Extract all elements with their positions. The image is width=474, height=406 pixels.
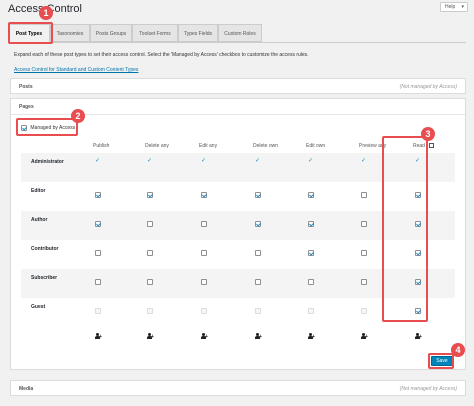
role-name: Author [31, 217, 48, 223]
column-header-publish: Publish [93, 143, 110, 149]
tab-custom-roles[interactable]: Custom Roles [218, 24, 262, 42]
permission-checkbox-edit-any[interactable] [201, 279, 207, 285]
callout-box-2 [16, 118, 78, 136]
edit-icon[interactable] [429, 143, 434, 148]
permission-checkbox-preview-any[interactable] [361, 279, 367, 285]
permission-checkbox-edit-any [201, 308, 207, 314]
permission-checkbox-preview-any[interactable] [361, 192, 367, 198]
tab-toolset-forms[interactable]: Toolset Forms [132, 24, 178, 42]
specific-users-row: + + + + + + + [21, 327, 455, 351]
permission-checkbox-preview-any[interactable] [361, 221, 367, 227]
callout-badge-4: 4 [451, 343, 465, 357]
add-user-icon[interactable]: + [361, 333, 368, 340]
permission-checkbox-publish[interactable] [95, 250, 101, 256]
tabs-divider [8, 42, 466, 43]
callout-box-3 [382, 136, 428, 322]
permission-checkbox-delete-any[interactable] [147, 221, 153, 227]
permission-checkbox-delete-any[interactable] [147, 250, 153, 256]
add-user-icon[interactable]: + [255, 333, 262, 340]
tab-taxonomies[interactable]: Taxonomies [50, 24, 90, 42]
role-name: Editor [31, 188, 46, 194]
permission-check-icon: ✓ [201, 158, 207, 164]
permission-checkbox-delete-any [147, 308, 153, 314]
permission-check-icon: ✓ [255, 158, 261, 164]
permission-checkbox-edit-own[interactable] [308, 192, 314, 198]
permission-checkbox-publish[interactable] [95, 279, 101, 285]
intro-link[interactable]: Access Control for Standard and Custom C… [14, 67, 138, 73]
permission-checkbox-preview-any [361, 308, 367, 314]
permission-checkbox-publish[interactable] [95, 221, 101, 227]
tab-posts-groups[interactable]: Posts Groups [90, 24, 132, 42]
permission-checkbox-edit-any[interactable] [201, 221, 207, 227]
permission-checkbox-edit-own[interactable] [308, 221, 314, 227]
permission-checkbox-delete-own[interactable] [255, 250, 261, 256]
callout-box-4 [428, 353, 454, 369]
help-button[interactable]: Help [440, 2, 468, 12]
media-panel-status: (Not managed by Access) [399, 386, 457, 392]
permission-checkbox-edit-own[interactable] [308, 250, 314, 256]
role-name: Contributor [31, 246, 59, 252]
posts-panel[interactable]: Posts (Not managed by Access) [10, 78, 466, 94]
posts-panel-title: Posts [19, 84, 33, 90]
permission-checkbox-preview-any[interactable] [361, 250, 367, 256]
permission-checkbox-edit-own[interactable] [308, 279, 314, 285]
add-user-icon[interactable]: + [147, 333, 154, 340]
media-panel[interactable]: Media (Not managed by Access) [10, 380, 466, 396]
permission-checkbox-edit-own [308, 308, 314, 314]
permission-check-icon: ✓ [361, 158, 367, 164]
permission-checkbox-delete-any[interactable] [147, 192, 153, 198]
role-name: Subscriber [31, 275, 58, 281]
permission-checkbox-publish [95, 308, 101, 314]
add-user-icon[interactable]: + [415, 333, 422, 340]
column-header-edit-any: Edit any [199, 143, 218, 149]
posts-panel-status: (Not managed by Access) [399, 84, 457, 90]
permission-check-icon: ✓ [147, 158, 153, 164]
permission-checkbox-delete-own [255, 308, 261, 314]
pages-panel-title: Pages [19, 104, 34, 110]
column-header-delete-own: Delete own [253, 143, 279, 149]
tab-types-fields[interactable]: Types Fields [178, 24, 218, 42]
callout-badge-3: 3 [421, 127, 435, 141]
callout-box-1 [8, 22, 53, 44]
permission-check-icon: ✓ [95, 158, 101, 164]
permission-checkbox-delete-own[interactable] [255, 192, 261, 198]
permission-checkbox-delete-own[interactable] [255, 279, 261, 285]
column-header-delete-any: Delete any [145, 143, 169, 149]
intro-text: Expand each of these post types to set t… [14, 52, 309, 58]
column-header-edit-own: Edit own [306, 143, 326, 149]
permission-checkbox-delete-own[interactable] [255, 221, 261, 227]
permission-checkbox-edit-any[interactable] [201, 192, 207, 198]
add-user-icon[interactable]: + [95, 333, 102, 340]
permission-check-icon: ✓ [308, 158, 314, 164]
permission-checkbox-edit-any[interactable] [201, 250, 207, 256]
add-user-icon[interactable]: + [308, 333, 315, 340]
media-panel-title: Media [19, 386, 34, 392]
role-name: Guest [31, 304, 46, 310]
callout-badge-1: 1 [39, 6, 53, 20]
permission-checkbox-delete-any[interactable] [147, 279, 153, 285]
callout-badge-2: 2 [71, 109, 85, 123]
permission-checkbox-publish[interactable] [95, 192, 101, 198]
add-user-icon[interactable]: + [201, 333, 208, 340]
role-name: Administrator [31, 159, 64, 165]
